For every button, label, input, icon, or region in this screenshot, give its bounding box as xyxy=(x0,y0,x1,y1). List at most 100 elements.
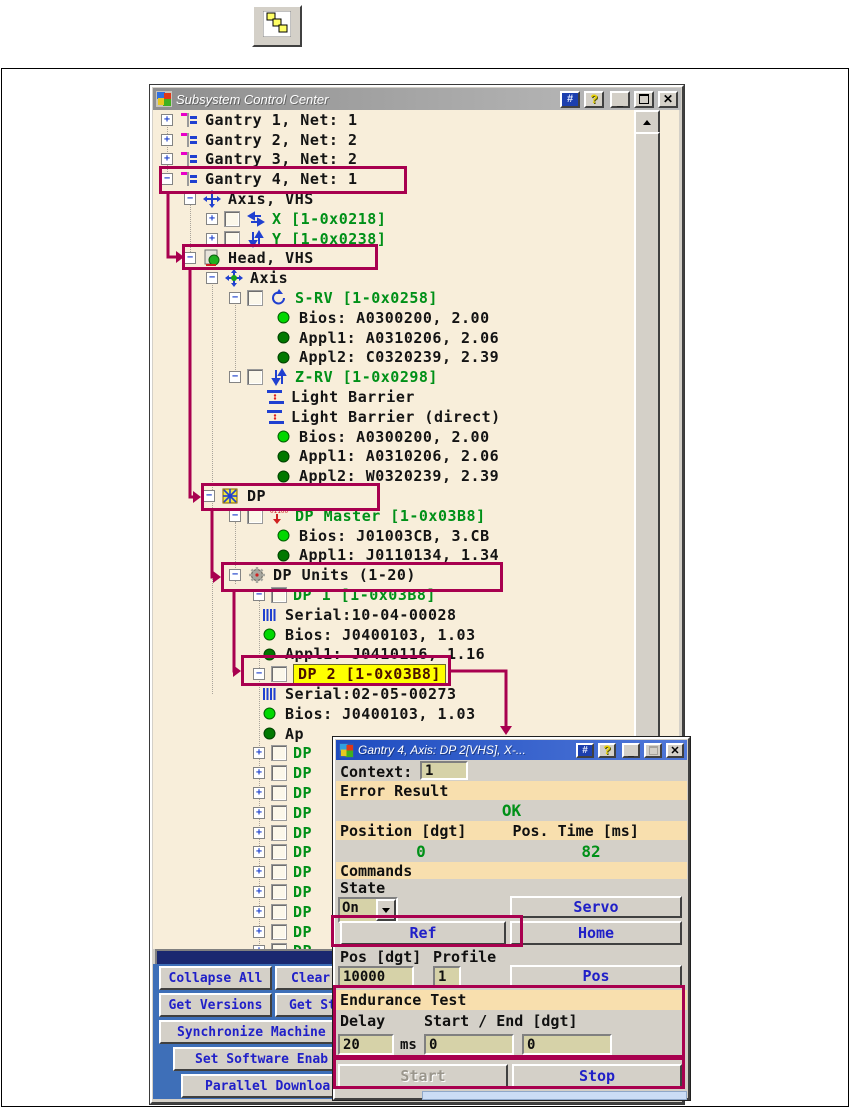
servo-button[interactable]: Servo xyxy=(510,896,682,918)
pos-input[interactable] xyxy=(338,966,414,987)
collapse-icon[interactable]: − xyxy=(229,292,241,304)
expand-icon[interactable]: + xyxy=(253,747,265,759)
tree-item[interactable]: Serial:02-05-00273 xyxy=(153,684,679,704)
tree-item[interactable]: Bios: A0300200, 2.00 xyxy=(153,427,679,447)
tree-checkbox[interactable] xyxy=(224,231,240,247)
tree-item[interactable]: Appl1: J0410116, 1.16 xyxy=(153,645,679,665)
tree-item[interactable]: +Gantry 1, Net: 1 xyxy=(153,110,679,130)
tree-item[interactable]: −Axis, VHS xyxy=(153,189,679,209)
combobox-dropdown-button[interactable] xyxy=(376,899,396,921)
expand-icon[interactable]: + xyxy=(253,866,265,878)
minimize-button[interactable]: _ xyxy=(610,91,630,108)
tree-item[interactable]: Bios: J01003CB, 3.CB xyxy=(153,526,679,546)
tree-item[interactable]: Light Barrier (direct) xyxy=(153,407,679,427)
tree-item[interactable]: −Z-RV [1-0x0298] xyxy=(153,367,679,387)
tree-checkbox[interactable] xyxy=(247,369,263,385)
pos-button[interactable]: Pos xyxy=(510,965,682,987)
tree-checkbox[interactable] xyxy=(271,587,287,603)
tree-item[interactable]: −DP 1 [1-0x03B8] xyxy=(153,585,679,605)
tree-item[interactable]: +X [1-0x0218] xyxy=(153,209,679,229)
expand-icon[interactable]: + xyxy=(161,134,173,146)
grid-button[interactable]: # xyxy=(576,743,594,758)
endurance-start-input[interactable] xyxy=(424,1034,514,1055)
expand-icon[interactable]: + xyxy=(253,906,265,918)
tree-item[interactable]: Appl2: C0320239, 2.39 xyxy=(153,348,679,368)
expand-icon[interactable]: + xyxy=(253,926,265,938)
tree-checkbox[interactable] xyxy=(271,825,287,841)
collapse-icon[interactable]: − xyxy=(229,371,241,383)
cascade-windows-button[interactable] xyxy=(252,5,302,47)
tree-checkbox[interactable] xyxy=(224,211,240,227)
tree-item[interactable]: −DP Units (1-20) xyxy=(153,565,679,585)
home-button[interactable]: Home xyxy=(510,921,682,945)
collapse-icon[interactable]: − xyxy=(206,272,218,284)
tree-item[interactable]: −DP xyxy=(153,486,679,506)
delay-input[interactable] xyxy=(338,1034,394,1055)
tree-item[interactable]: Appl1: A0310206, 2.06 xyxy=(153,328,679,348)
tree-checkbox[interactable] xyxy=(271,864,287,880)
expand-icon[interactable]: + xyxy=(253,886,265,898)
minimize-button[interactable]: _ xyxy=(622,743,640,758)
ref-button[interactable]: Ref xyxy=(340,921,506,945)
expand-icon[interactable]: + xyxy=(253,767,265,779)
tree-checkbox[interactable] xyxy=(271,745,287,761)
endurance-end-input[interactable] xyxy=(522,1034,612,1055)
tree-checkbox[interactable] xyxy=(271,924,287,940)
tree-item[interactable]: −S-RV [1-0x0258] xyxy=(153,288,679,308)
tree-item[interactable]: Appl1: A0310206, 2.06 xyxy=(153,447,679,467)
tree-item[interactable]: −Axis xyxy=(153,268,679,288)
tree-item[interactable]: −DP 2 [1-0x03B8] xyxy=(153,664,679,684)
tree-item[interactable]: Serial:10-04-00028 xyxy=(153,605,679,625)
help-button[interactable]: ? xyxy=(584,91,604,108)
collapse-all-button[interactable]: Collapse All xyxy=(159,966,272,990)
stop-button[interactable]: Stop xyxy=(512,1064,682,1088)
tree-checkbox[interactable] xyxy=(271,884,287,900)
expand-icon[interactable]: + xyxy=(253,827,265,839)
grid-button[interactable]: # xyxy=(560,91,580,108)
main-titlebar[interactable]: Subsystem Control Center # ? _ ✕ xyxy=(153,88,681,110)
scrollbar-up-button[interactable] xyxy=(634,110,660,134)
close-button[interactable]: ✕ xyxy=(666,743,684,758)
tree-checkbox[interactable] xyxy=(271,904,287,920)
state-combobox[interactable]: On xyxy=(338,897,398,923)
context-input[interactable] xyxy=(420,761,468,780)
collapse-icon[interactable]: − xyxy=(253,668,265,680)
expand-icon[interactable]: + xyxy=(206,233,218,245)
tree-checkbox[interactable] xyxy=(271,805,287,821)
tree-item[interactable]: Appl1: J0110134, 1.34 xyxy=(153,546,679,566)
tree-item[interactable]: Bios: J0400103, 1.03 xyxy=(153,625,679,645)
expand-icon[interactable]: + xyxy=(206,213,218,225)
get-versions-button[interactable]: Get Versions xyxy=(159,993,272,1017)
tree-checkbox[interactable] xyxy=(247,508,263,524)
tree-item[interactable]: −Head, VHS xyxy=(153,249,679,269)
help-button[interactable]: ? xyxy=(598,743,616,758)
tree-item[interactable]: Bios: J0400103, 1.03 xyxy=(153,704,679,724)
tree-checkbox[interactable] xyxy=(271,666,287,682)
collapse-icon[interactable]: − xyxy=(229,569,241,581)
collapse-icon[interactable]: − xyxy=(184,252,196,264)
tree-item[interactable]: Bios: A0300200, 2.00 xyxy=(153,308,679,328)
tree-checkbox[interactable] xyxy=(247,290,263,306)
tree-checkbox[interactable] xyxy=(271,765,287,781)
expand-icon[interactable]: + xyxy=(253,807,265,819)
tree-item[interactable]: +Y [1-0x0238] xyxy=(153,229,679,249)
dialog-titlebar[interactable]: Gantry 4, Axis: DP 2[VHS], X-... # ? _ ✕ xyxy=(336,740,687,760)
expand-icon[interactable]: + xyxy=(253,787,265,799)
expand-icon[interactable]: + xyxy=(161,114,173,126)
tree-checkbox[interactable] xyxy=(271,785,287,801)
close-button[interactable]: ✕ xyxy=(658,91,678,108)
tree-item[interactable]: −Gantry 4, Net: 1 xyxy=(153,169,679,189)
tree-checkbox[interactable] xyxy=(271,844,287,860)
tree-item[interactable]: +Gantry 2, Net: 2 xyxy=(153,130,679,150)
collapse-icon[interactable]: − xyxy=(229,510,241,522)
expand-icon[interactable]: + xyxy=(161,153,173,165)
maximize-button[interactable] xyxy=(634,91,654,108)
profile-input[interactable] xyxy=(433,966,461,987)
collapse-icon[interactable]: − xyxy=(184,193,196,205)
tree-item[interactable]: +Gantry 3, Net: 2 xyxy=(153,150,679,170)
collapse-icon[interactable]: − xyxy=(161,173,173,185)
tree-item[interactable]: Light Barrier xyxy=(153,387,679,407)
expand-icon[interactable]: + xyxy=(253,846,265,858)
collapse-icon[interactable]: − xyxy=(253,589,265,601)
tree-item[interactable]: Appl2: W0320239, 2.39 xyxy=(153,466,679,486)
